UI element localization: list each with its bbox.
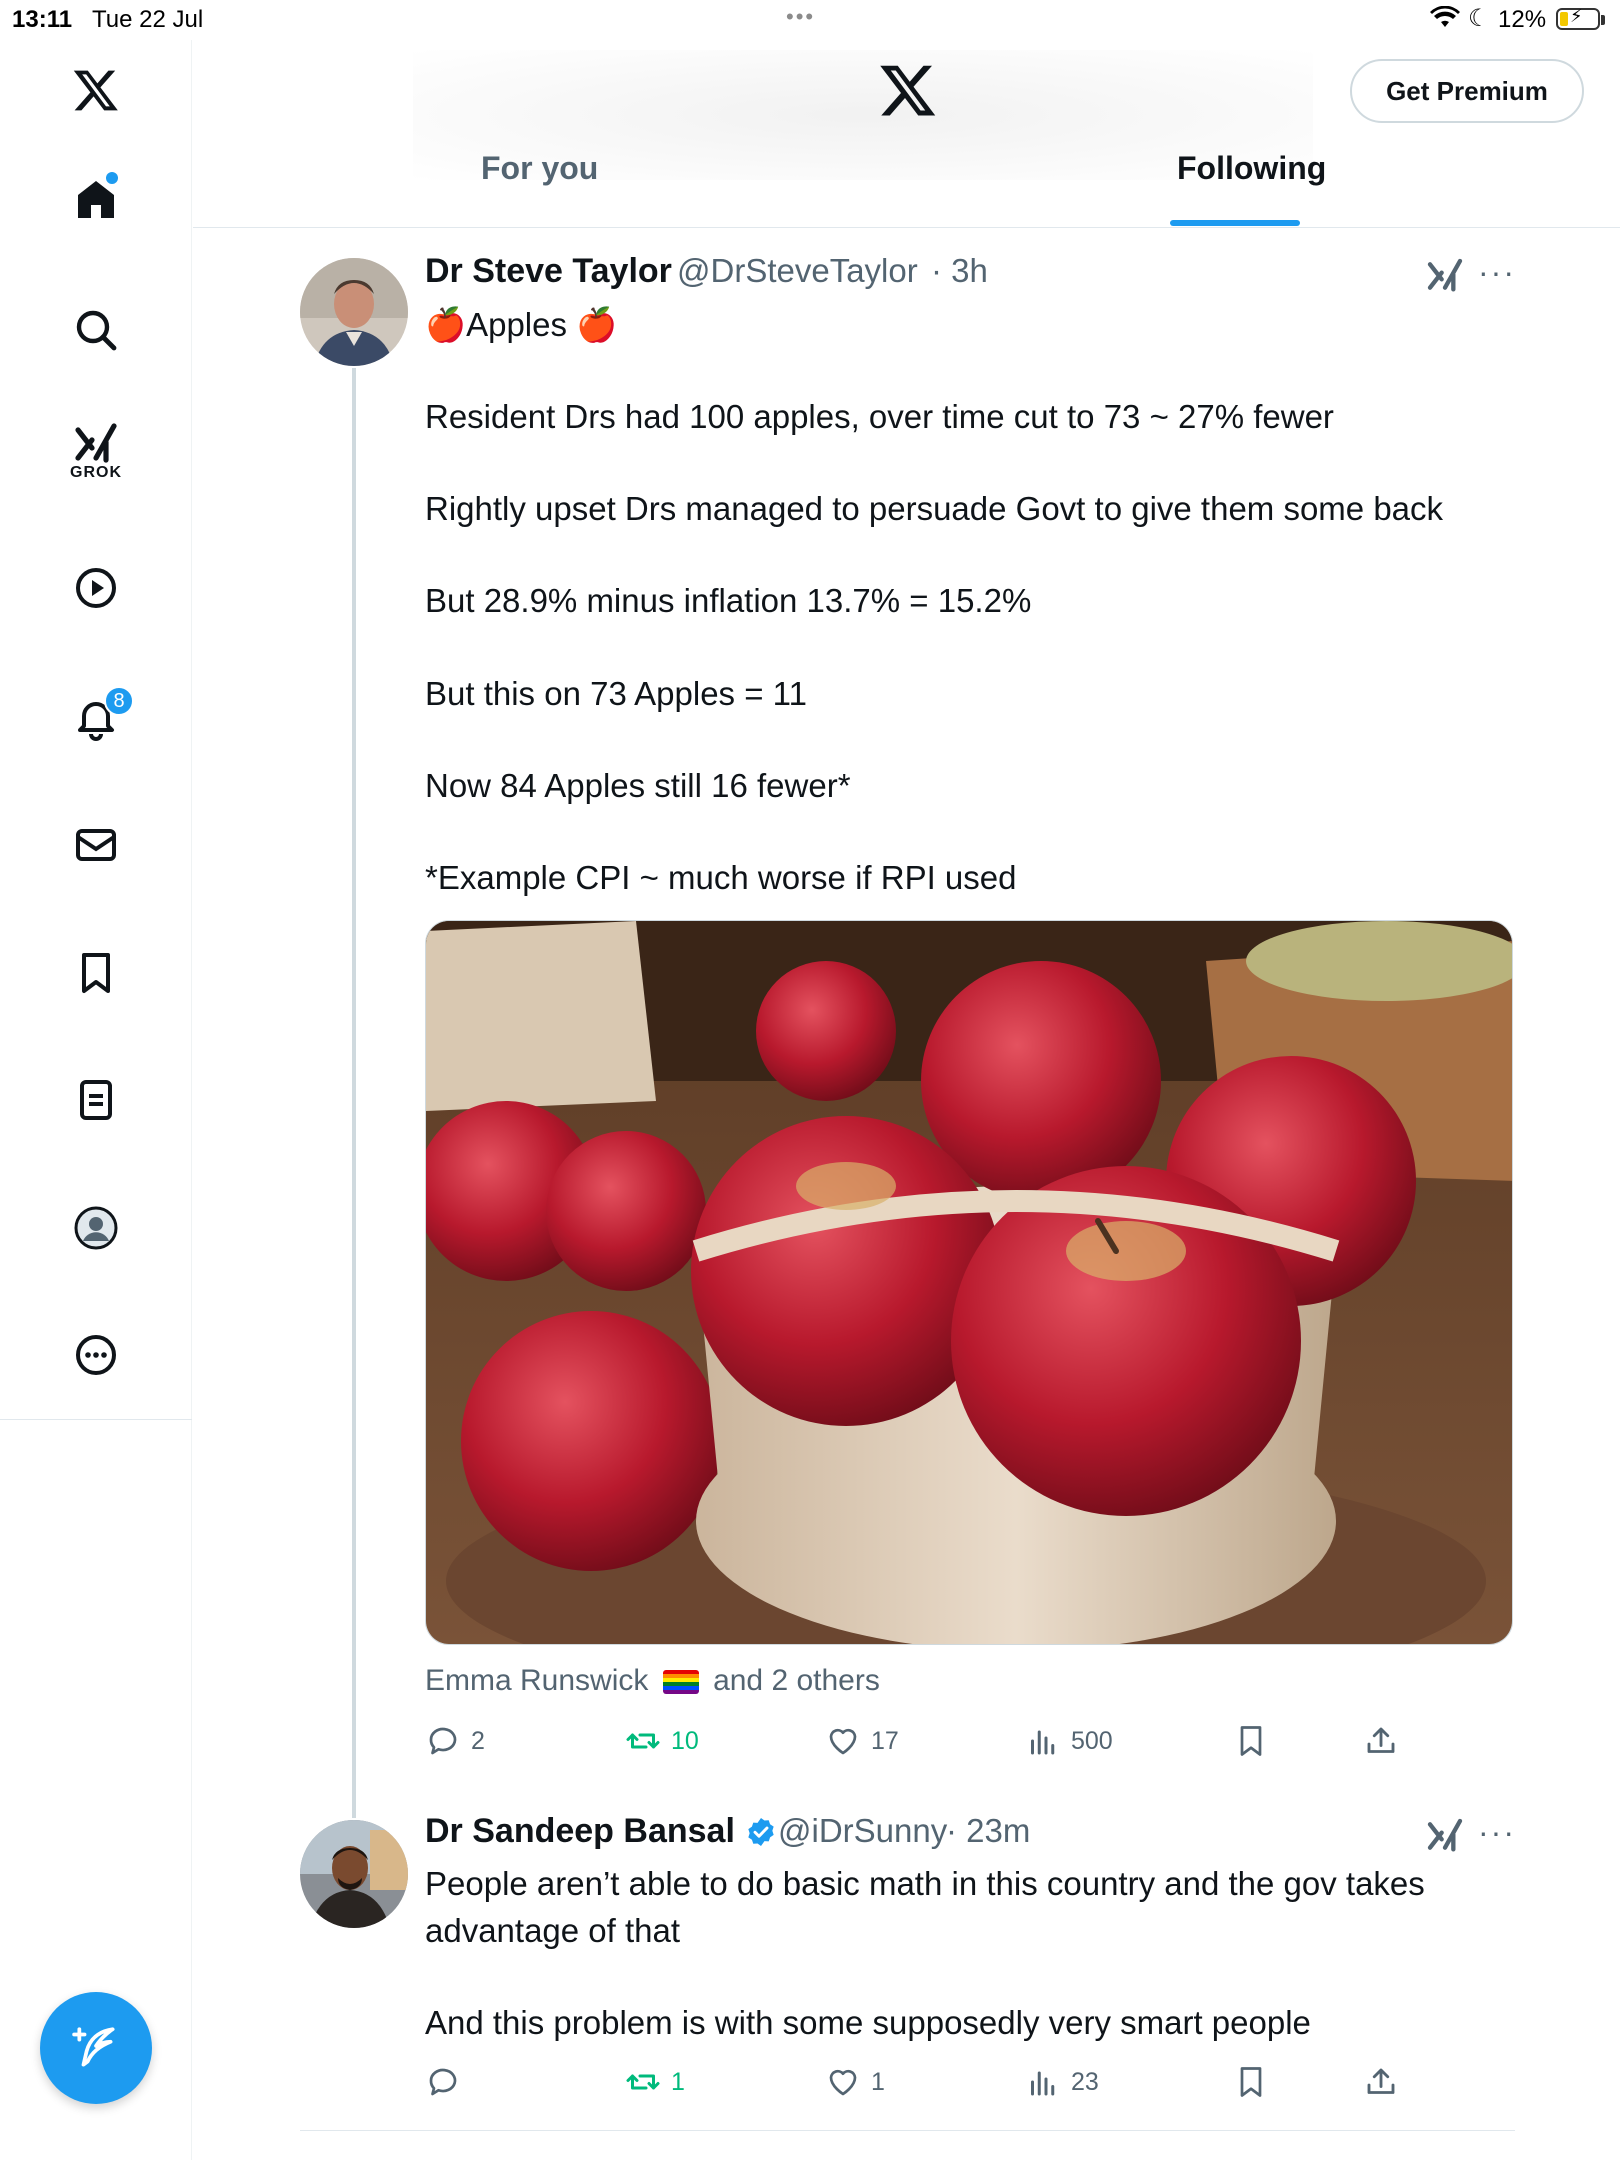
- x-logo-icon[interactable]: [66, 60, 126, 120]
- liked-by-user[interactable]: Emma Runswick: [425, 1664, 648, 1697]
- bookmark-icon: [1240, 2067, 1262, 2097]
- like-count: 17: [871, 1726, 899, 1755]
- tab-for-you[interactable]: For you: [481, 150, 598, 187]
- share-icon: [1367, 2068, 1395, 2094]
- tweet-author-name[interactable]: Dr Sandeep Bansal: [425, 1812, 735, 1851]
- profile-icon[interactable]: [66, 1198, 126, 1258]
- heart-icon: [829, 2069, 857, 2096]
- repost-count: 10: [671, 1726, 699, 1755]
- status-date: Tue 22 Jul: [92, 6, 204, 33]
- bell-icon[interactable]: 8: [66, 686, 134, 748]
- active-tab-indicator: [1170, 220, 1300, 226]
- wifi-icon: [1430, 6, 1460, 27]
- moon-icon: ☾: [1468, 5, 1490, 32]
- views-count: 500: [1071, 1726, 1113, 1755]
- tweet-timestamp[interactable]: · 3h: [931, 252, 988, 290]
- compose-button[interactable]: [40, 1992, 152, 2104]
- multitasking-dots[interactable]: •••: [786, 4, 815, 30]
- battery-icon: ⚡: [1556, 6, 1600, 30]
- tweet-actions: 2 10 17 500: [425, 1717, 1515, 1765]
- bookmark-button[interactable]: [1233, 1717, 1279, 1765]
- liked-by-rest: and 2 others: [713, 1664, 880, 1697]
- get-premium-button[interactable]: Get Premium: [1350, 59, 1584, 123]
- repost-button[interactable]: 1: [625, 2058, 685, 2106]
- repost-icon: [626, 1733, 660, 1749]
- like-button[interactable]: 1: [825, 2058, 885, 2106]
- reply-icon: [429, 1727, 457, 1755]
- share-icon: [1367, 1727, 1395, 1753]
- search-icon[interactable]: [66, 300, 126, 360]
- repost-count: 1: [671, 2067, 685, 2096]
- apple-emoji-icon: 🍎: [576, 306, 618, 343]
- battery-percent: 12%: [1498, 6, 1547, 33]
- avatar[interactable]: [300, 258, 408, 366]
- views-button[interactable]: 23: [1025, 2058, 1099, 2106]
- tweet-text-line: Now 84 Apples still 16 fewer*: [425, 767, 851, 804]
- repost-icon: [626, 2074, 660, 2090]
- tweet-timestamp[interactable]: · 23m: [946, 1812, 1030, 1850]
- video-icon[interactable]: [66, 558, 126, 618]
- views-count: 23: [1071, 2067, 1099, 2096]
- liked-by-line[interactable]: Emma Runswick and 2 others: [425, 1664, 880, 1698]
- grok-icon[interactable]: [1425, 256, 1465, 296]
- mail-icon[interactable]: [66, 815, 126, 875]
- more-options-icon[interactable]: ···: [1478, 1814, 1516, 1851]
- home-icon[interactable]: [66, 170, 126, 230]
- status-bar: 13:11 Tue 22 Jul ••• ☾ 12% ⚡: [0, 0, 1620, 40]
- home-unread-dot: [106, 172, 118, 184]
- reply-button[interactable]: [425, 2058, 471, 2106]
- grok-icon[interactable]: GROK: [66, 420, 126, 510]
- tweet-headline: Apples: [466, 306, 567, 343]
- x-logo-icon: [880, 65, 936, 116]
- tab-following[interactable]: Following: [1177, 150, 1326, 187]
- more-icon[interactable]: [66, 1325, 126, 1385]
- verified-badge-icon: [748, 1818, 774, 1846]
- reply-count: 2: [471, 1726, 485, 1755]
- views-chart-icon: [1031, 1730, 1055, 1755]
- thread-connector-line: [352, 368, 356, 1818]
- apple-emoji-icon: 🍎: [425, 306, 467, 343]
- list-icon[interactable]: [66, 1070, 126, 1130]
- tweet-author-handle[interactable]: @iDrSunny: [778, 1812, 947, 1850]
- tweet-text-line: Resident Drs had 100 apples, over time c…: [425, 398, 1334, 435]
- tweet-text-line: But this on 73 Apples = 11: [425, 675, 807, 712]
- tweet-divider: [300, 2130, 1515, 2131]
- tweet-text-line: advantage of that: [425, 1912, 681, 1949]
- tweet-text-line: 🍎Apples 🍎: [425, 302, 617, 348]
- grok-label: GROK: [70, 464, 122, 481]
- avatar[interactable]: [300, 1820, 408, 1928]
- feather-compose-icon: [72, 2027, 115, 2067]
- like-count: 1: [871, 2067, 885, 2096]
- views-chart-icon: [1031, 2071, 1055, 2096]
- rainbow-flag-icon: [662, 1670, 699, 1695]
- tweet-text-line: People aren’t able to do basic math in t…: [425, 1865, 1425, 1902]
- tweet-text-line: And this problem is with some supposedly…: [425, 2004, 1311, 2041]
- bookmark-icon[interactable]: [66, 943, 126, 1003]
- battery-tip: [1601, 15, 1605, 25]
- status-time: 13:11: [12, 6, 73, 33]
- share-button[interactable]: [1363, 1717, 1409, 1765]
- tweet-author-name[interactable]: Dr Steve Taylor: [425, 252, 672, 291]
- notification-badge: 8: [104, 686, 134, 716]
- more-options-icon[interactable]: ···: [1478, 254, 1516, 291]
- sidebar: GROK 8: [0, 40, 192, 2160]
- reply-button[interactable]: 2: [425, 1717, 485, 1765]
- share-button[interactable]: [1363, 2058, 1409, 2106]
- bookmark-icon: [1240, 1726, 1262, 1756]
- views-button[interactable]: 500: [1025, 1717, 1113, 1765]
- reply-icon: [429, 2068, 457, 2096]
- like-button[interactable]: 17: [825, 1717, 899, 1765]
- tweet-image-apples[interactable]: [425, 920, 1513, 1645]
- tweet-text-line: But 28.9% minus inflation 13.7% = 15.2%: [425, 582, 1032, 619]
- tweet-author-handle[interactable]: @DrSteveTaylor: [677, 252, 918, 290]
- tweet-actions: 1 1 23: [425, 2058, 1515, 2106]
- grok-icon[interactable]: [1425, 1816, 1465, 1856]
- tweet-text-line: *Example CPI ~ much worse if RPI used: [425, 859, 1017, 896]
- heart-icon: [829, 1728, 857, 1755]
- timeline-header: Get Premium For you Following: [193, 40, 1620, 228]
- bookmark-button[interactable]: [1233, 2058, 1279, 2106]
- repost-button[interactable]: 10: [625, 1717, 699, 1765]
- tweet-text-line: Rightly upset Drs managed to persuade Go…: [425, 490, 1444, 527]
- sidebar-divider: [0, 1419, 192, 1420]
